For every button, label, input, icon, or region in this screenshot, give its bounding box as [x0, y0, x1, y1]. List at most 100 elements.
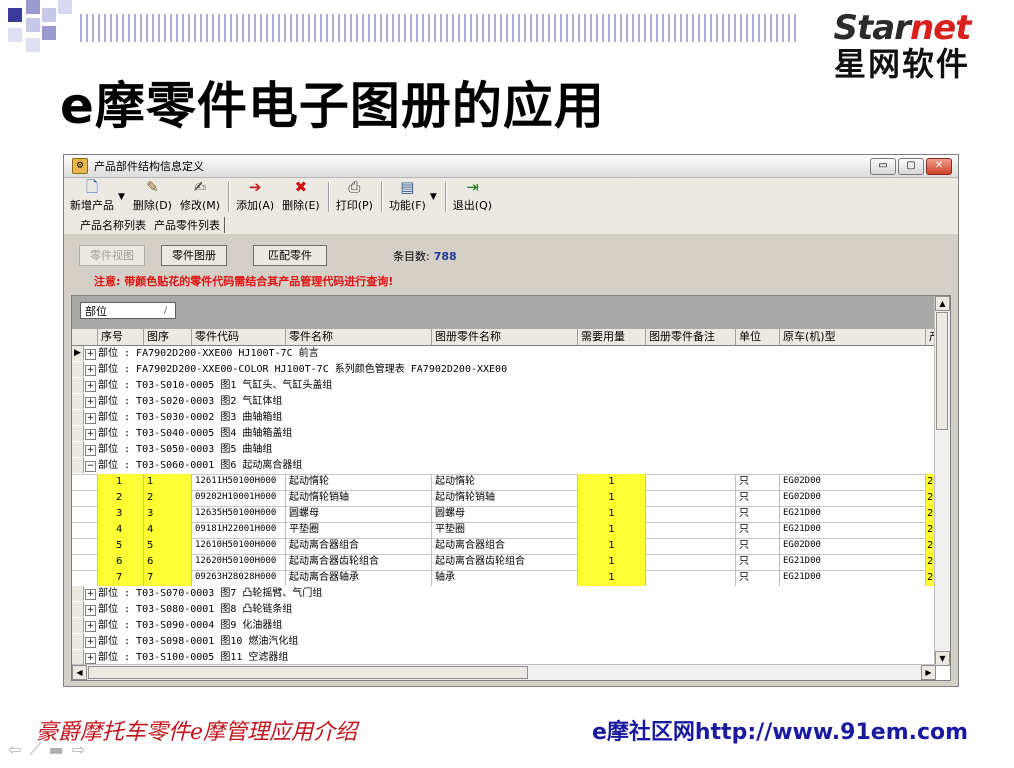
expand-icon[interactable]: +: [85, 637, 96, 648]
group-row[interactable]: + 部位 : T03-S080-0001 图8 凸轮链条组: [72, 602, 936, 619]
table-row[interactable]: 3 3 12635H50100H000 圆螺母 圆螺母 1 只 EG21D00 …: [72, 506, 936, 523]
table-row[interactable]: 4 4 09181H22001H000 平垫圈 平垫圈 1 只 EG21D00 …: [72, 522, 936, 539]
scroll-down-icon[interactable]: ▼: [935, 651, 950, 666]
expand-icon[interactable]: +: [85, 365, 96, 376]
scroll-up-icon[interactable]: ▲: [935, 296, 950, 311]
vertical-scrollbar[interactable]: ▲ ▼: [934, 296, 950, 666]
row-selector-icon: ▶: [72, 346, 84, 361]
horizontal-scroll-thumb[interactable]: [88, 666, 528, 679]
exit-button[interactable]: ⇥ 退出(Q): [453, 179, 492, 216]
slide-title: e摩零件电子图册的应用: [60, 77, 605, 135]
add-button[interactable]: ➔ 添加(A): [236, 179, 274, 216]
new-product-dropdown-icon[interactable]: ▼: [118, 192, 125, 202]
scroll-left-icon[interactable]: ◀: [72, 665, 87, 680]
function-dropdown-icon[interactable]: ▼: [430, 192, 437, 202]
table-row[interactable]: 6 6 12620H50100H000 起动离合器齿轮组合 起动离合器齿轮组合 …: [72, 554, 936, 571]
expand-icon[interactable]: +: [85, 349, 96, 360]
decor-stripes: [80, 14, 800, 42]
expand-icon[interactable]: +: [85, 621, 96, 632]
prev-icon[interactable]: ⇦: [8, 740, 29, 759]
slide-nav: ⇦⟋▬⇨: [8, 740, 93, 760]
new-product-icon: 🗋: [85, 178, 99, 196]
col-header-seq[interactable]: 序号: [98, 329, 144, 345]
decor-square: [8, 28, 22, 42]
close-button[interactable]: ✕: [926, 157, 952, 175]
col-header-code[interactable]: 零件代码: [192, 329, 286, 345]
parts-grid: 部位 / 序号 图序 零件代码 零件名称 图册零件名称 需要用量 图册零件备注 …: [71, 295, 951, 681]
table-row[interactable]: 7 7 09263H28028H000 起动离合器轴承 轴承 1 只 EG21D…: [72, 570, 936, 587]
group-row[interactable]: + 部位 : FA7902D200-XXE00-COLOR HJ100T-7C …: [72, 362, 936, 379]
expand-icon[interactable]: +: [85, 381, 96, 392]
decor-square: [42, 8, 56, 22]
app-window: ⚙ 产品部件结构信息定义 ▭ ▢ ✕ 🗋 新增产品 ▼ ✎ 删除(D) ✍ 修改…: [63, 154, 959, 687]
print-button[interactable]: ⎙ 打印(P): [336, 179, 373, 216]
parts-view-button[interactable]: 零件视图: [79, 245, 145, 266]
group-row[interactable]: ▶ + 部位 : FA7902D200-XXE00 HJ100T-7C 前言: [72, 346, 936, 363]
expand-icon[interactable]: +: [85, 445, 96, 456]
restore-button[interactable]: ▢: [898, 157, 924, 175]
expand-icon[interactable]: +: [85, 605, 96, 616]
match-parts-button[interactable]: 匹配零件: [253, 245, 327, 266]
horizontal-scrollbar[interactable]: ◀ ▶: [72, 664, 936, 680]
expand-icon[interactable]: +: [85, 653, 96, 664]
col-header-note[interactable]: 图册零件备注: [646, 329, 736, 345]
edit-button[interactable]: ✍ 修改(M): [180, 179, 220, 216]
new-product-button[interactable]: 🗋 新增产品: [70, 179, 114, 216]
decor-square: [26, 18, 40, 32]
tab-strip: 产品名称列表 产品零件列表: [64, 216, 958, 234]
group-row[interactable]: + 部位 : T03-S030-0002 图3 曲轴箱组: [72, 410, 936, 427]
window-titlebar: ⚙ 产品部件结构信息定义 ▭ ▢ ✕: [64, 155, 958, 178]
header-spacer: [72, 329, 98, 345]
action-bar: 零件视图 零件图册 匹配零件 条目数: 788: [79, 245, 457, 266]
tab-product-parts[interactable]: 产品零件列表: [154, 217, 225, 233]
print-icon: ⎙: [348, 178, 361, 196]
footer-site-link[interactable]: e摩社区网http://www.91em.com: [592, 714, 968, 746]
toolbar-separator: [228, 182, 231, 212]
function-icon: ▤: [400, 178, 415, 196]
col-header-qty[interactable]: 需要用量: [578, 329, 646, 345]
decor-square: [26, 38, 40, 52]
table-row[interactable]: 1 1 12611H50100H000 起动惰轮 起动惰轮 1 只 EG02D0…: [72, 474, 936, 491]
menu-icon[interactable]: ▬: [49, 740, 72, 759]
delete-product-button[interactable]: ✎ 删除(D): [133, 179, 172, 216]
expand-icon[interactable]: +: [85, 413, 96, 424]
expand-icon[interactable]: +: [85, 397, 96, 408]
group-row[interactable]: + 部位 : T03-S050-0003 图5 曲轴组: [72, 442, 936, 459]
expand-icon[interactable]: +: [85, 429, 96, 440]
group-row[interactable]: + 部位 : T03-S020-0003 图2 气缸体组: [72, 394, 936, 411]
edit-icon: ✍: [193, 178, 207, 196]
group-by-chip[interactable]: 部位 /: [80, 302, 176, 319]
parts-catalog-button[interactable]: 零件图册: [161, 245, 227, 266]
col-header-name[interactable]: 零件名称: [286, 329, 432, 345]
tab-product-names[interactable]: 产品名称列表: [80, 217, 146, 233]
decor-square: [8, 8, 22, 22]
toolbar: 🗋 新增产品 ▼ ✎ 删除(D) ✍ 修改(M) ➔ 添加(A) ✖ 删除(E)…: [64, 178, 958, 216]
delete-icon: ✎: [146, 178, 159, 196]
minimize-button[interactable]: ▭: [870, 157, 896, 175]
scroll-right-icon[interactable]: ▶: [921, 665, 936, 680]
table-row[interactable]: 5 5 12610H50100H000 起动离合器组合 起动离合器组合 1 只 …: [72, 538, 936, 555]
notice-text: 注意: 带颜色贴花的零件代码需结合其产品管理代码进行查询!: [94, 275, 394, 288]
sort-icon: /: [163, 306, 167, 316]
vertical-scroll-thumb[interactable]: [936, 312, 948, 430]
function-button[interactable]: ▤ 功能(F): [389, 179, 426, 216]
exit-icon: ⇥: [466, 178, 479, 196]
collapse-icon[interactable]: −: [85, 461, 96, 472]
next-icon[interactable]: ⇨: [72, 740, 93, 759]
delete-part-button[interactable]: ✖ 删除(E): [282, 179, 320, 216]
col-header-catalog-name[interactable]: 图册零件名称: [432, 329, 578, 345]
group-by-panel: 部位 /: [72, 296, 950, 329]
group-row[interactable]: + 部位 : T03-S090-0004 图9 化油器组: [72, 618, 936, 635]
group-row[interactable]: + 部位 : T03-S040-0005 图4 曲轴箱盖组: [72, 426, 936, 443]
col-header-model[interactable]: 原车(机)型: [780, 329, 926, 345]
group-row[interactable]: + 部位 : T03-S010-0005 图1 气缸头、气缸头盖组: [72, 378, 936, 395]
table-row[interactable]: 2 2 09202H10001H000 起动惰轮销轴 起动惰轮销轴 1 只 EG…: [72, 490, 936, 507]
group-row[interactable]: + 部位 : T03-S070-0003 图7 凸轮摇臂、气门组: [72, 586, 936, 603]
col-header-fig[interactable]: 图序: [144, 329, 192, 345]
col-header-unit[interactable]: 单位: [736, 329, 780, 345]
expand-icon[interactable]: +: [85, 589, 96, 600]
group-row-expanded[interactable]: − 部位 : T03-S060-0001 图6 起动离合器组: [72, 458, 936, 475]
group-row[interactable]: + 部位 : T03-S098-0001 图10 燃油汽化组: [72, 634, 936, 651]
pen-icon[interactable]: ⟋: [29, 740, 48, 759]
grid-header: 序号 图序 零件代码 零件名称 图册零件名称 需要用量 图册零件备注 单位 原车…: [72, 329, 936, 346]
